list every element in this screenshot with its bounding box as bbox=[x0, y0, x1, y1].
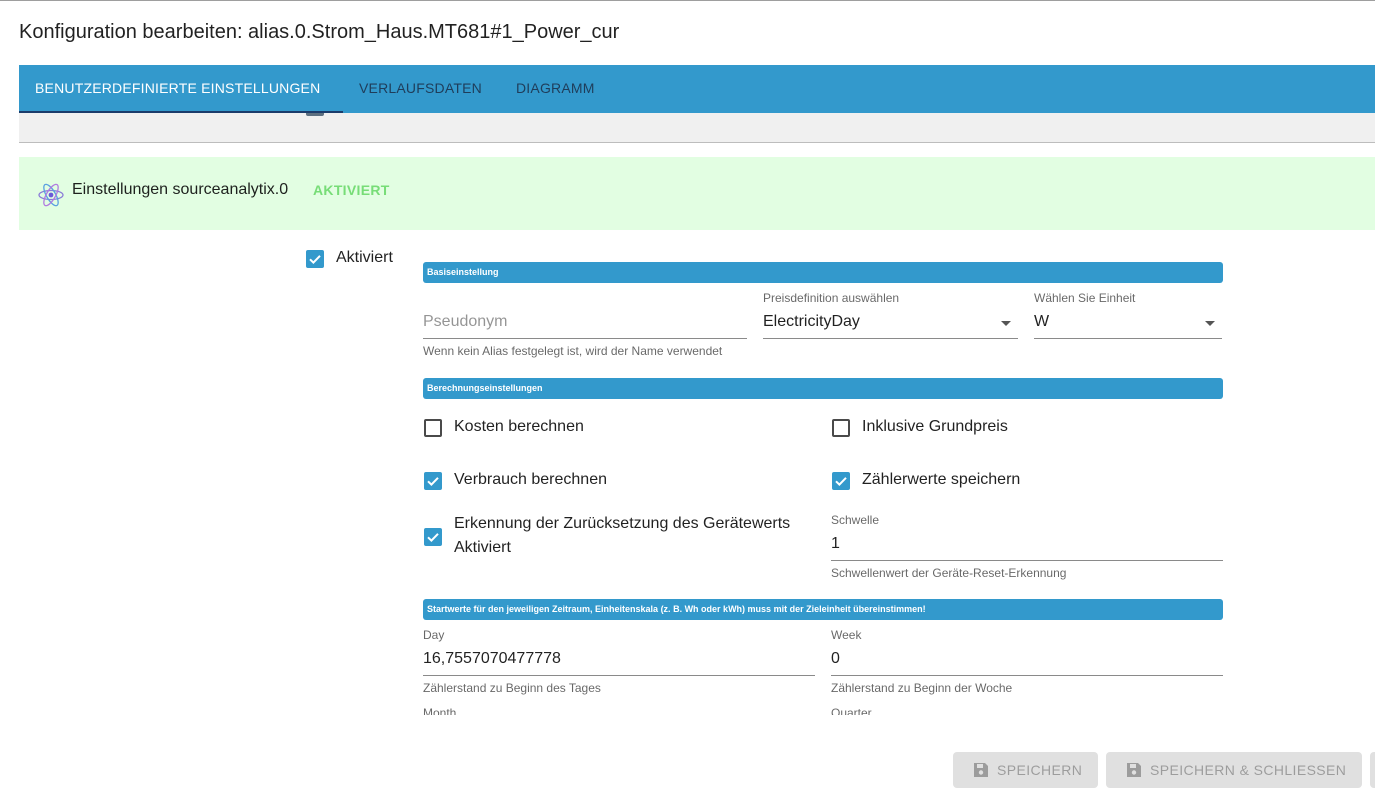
tab-history-data[interactable]: VERLAUFSDATEN bbox=[359, 65, 482, 113]
chevron-down-icon[interactable] bbox=[1205, 321, 1215, 326]
threshold-label: Schwelle bbox=[831, 513, 880, 527]
enabled-checkbox[interactable] bbox=[306, 250, 324, 268]
consumption-checkbox[interactable] bbox=[424, 472, 442, 490]
costs-label: Kosten berechnen bbox=[454, 418, 584, 435]
chevron-down-icon[interactable] bbox=[1001, 321, 1011, 326]
tab-custom-settings[interactable]: BENUTZERDEFINIERTE EINSTELLUNGEN bbox=[35, 65, 320, 113]
save-button-label: SPEICHERN bbox=[997, 762, 1083, 778]
reset-detection-label-line2: Aktiviert bbox=[454, 539, 511, 556]
week-input-underline bbox=[831, 675, 1223, 676]
section-header-base: Basiseinstellung bbox=[423, 262, 1223, 283]
enabled-label: Aktiviert bbox=[336, 249, 393, 266]
basic-price-checkbox[interactable] bbox=[832, 419, 850, 437]
alias-input[interactable]: Pseudonym bbox=[423, 313, 508, 331]
basic-price-label: Inklusive Grundpreis bbox=[862, 418, 1008, 435]
unit-select[interactable]: W bbox=[1034, 313, 1049, 331]
costs-checkbox[interactable] bbox=[424, 419, 442, 437]
alias-input-underline bbox=[423, 338, 747, 339]
tab-sub-bar bbox=[19, 113, 1375, 143]
threshold-helper-text: Schwellenwert der Geräte-Reset-Erkennung bbox=[831, 566, 1067, 580]
meter-values-checkbox[interactable] bbox=[832, 472, 850, 490]
price-select[interactable]: ElectricityDay bbox=[763, 313, 860, 331]
week-label: Week bbox=[831, 628, 862, 642]
adapter-instance-title: Einstellungen sourceanalytix.0 bbox=[72, 181, 289, 198]
meter-values-label: Zählerwerte speichern bbox=[862, 471, 1021, 488]
reset-detection-checkbox[interactable] bbox=[424, 528, 442, 546]
week-helper-text: Zählerstand zu Beginn der Woche bbox=[831, 681, 1013, 695]
atom-icon bbox=[37, 181, 65, 209]
day-input[interactable]: 16,7557070477778 bbox=[423, 650, 561, 668]
window-top-border bbox=[0, 0, 1375, 1]
dialog-title: Konfiguration bearbeiten: alias.0.Strom_… bbox=[19, 21, 620, 43]
threshold-input[interactable]: 1 bbox=[831, 535, 840, 553]
section-header-calc: Berechnungseinstellungen bbox=[423, 378, 1223, 399]
price-select-label: Preisdefinition auswählen bbox=[763, 291, 900, 305]
consumption-label: Verbrauch berechnen bbox=[454, 471, 607, 488]
save-button[interactable]: SPEICHERN bbox=[953, 752, 1098, 788]
alias-helper-text: Wenn kein Alias festgelegt ist, wird der… bbox=[423, 344, 723, 358]
floppy-disk-icon bbox=[1125, 761, 1143, 779]
adapter-status-badge: AKTIVIERT bbox=[313, 182, 390, 198]
day-helper-text: Zählerstand zu Beginn des Tages bbox=[423, 681, 601, 695]
price-select-underline bbox=[763, 338, 1018, 339]
save-and-close-button[interactable]: SPEICHERN & SCHLIESSEN bbox=[1106, 752, 1362, 788]
close-button-edge[interactable] bbox=[1370, 752, 1375, 788]
week-input[interactable]: 0 bbox=[831, 650, 840, 668]
day-input-underline bbox=[423, 675, 815, 676]
section-header-start-values: Startwerte für den jeweiligen Zeitraum, … bbox=[423, 599, 1223, 620]
unit-select-underline bbox=[1034, 338, 1222, 339]
day-label: Day bbox=[423, 628, 445, 642]
scroll-marker bbox=[306, 113, 324, 116]
unit-select-label: Wählen Sie Einheit bbox=[1034, 291, 1136, 305]
threshold-input-underline bbox=[831, 560, 1223, 561]
tab-bar: BENUTZERDEFINIERTE EINSTELLUNGEN VERLAUF… bbox=[19, 65, 1375, 113]
floppy-disk-icon bbox=[972, 761, 990, 779]
adapter-banner: Einstellungen sourceanalytix.0 AKTIVIERT bbox=[19, 157, 1375, 230]
reset-detection-label: Erkennung der Zurücksetzung des Gerätewe… bbox=[454, 515, 791, 532]
save-and-close-button-label: SPEICHERN & SCHLIESSEN bbox=[1150, 762, 1347, 778]
tab-diagram[interactable]: DIAGRAMM bbox=[516, 65, 595, 113]
